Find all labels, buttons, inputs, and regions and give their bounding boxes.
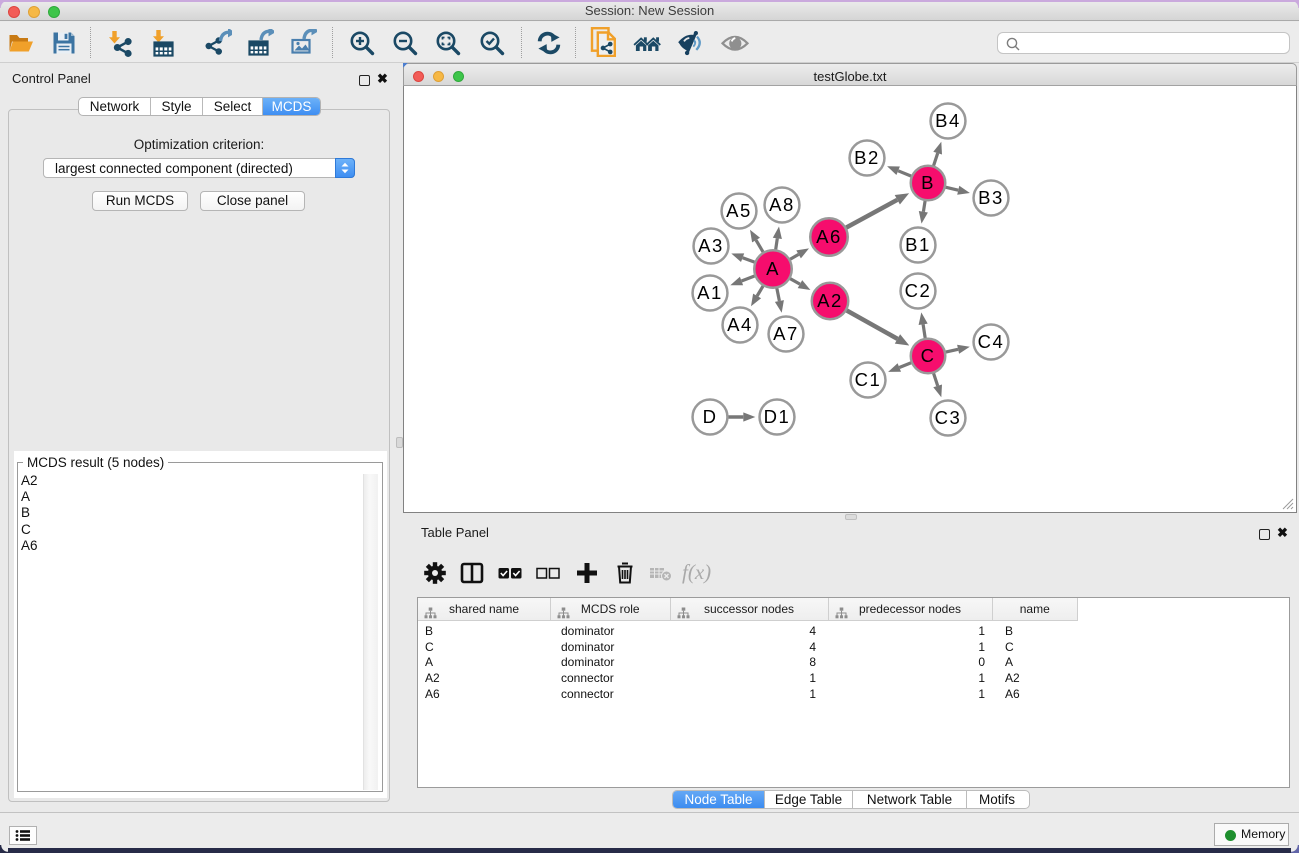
svg-text:C4: C4 <box>978 331 1005 352</box>
svg-text:A6: A6 <box>816 226 842 247</box>
svg-text:C2: C2 <box>905 280 932 301</box>
svg-text:A3: A3 <box>698 235 724 256</box>
svg-text:A8: A8 <box>769 194 795 215</box>
svg-text:A7: A7 <box>773 323 799 344</box>
svg-text:B4: B4 <box>935 110 961 131</box>
svg-text:A2: A2 <box>817 290 843 311</box>
svg-text:A4: A4 <box>727 314 753 335</box>
svg-text:D: D <box>703 406 718 427</box>
svg-text:D1: D1 <box>764 406 791 427</box>
svg-text:B2: B2 <box>854 147 880 168</box>
svg-text:C: C <box>921 345 936 366</box>
svg-text:A5: A5 <box>726 200 752 221</box>
svg-text:B: B <box>921 172 935 193</box>
svg-text:B3: B3 <box>978 187 1004 208</box>
svg-text:A: A <box>766 258 780 279</box>
svg-text:A1: A1 <box>697 282 723 303</box>
svg-text:C1: C1 <box>855 369 882 390</box>
svg-text:C3: C3 <box>935 407 962 428</box>
svg-text:B1: B1 <box>905 234 931 255</box>
